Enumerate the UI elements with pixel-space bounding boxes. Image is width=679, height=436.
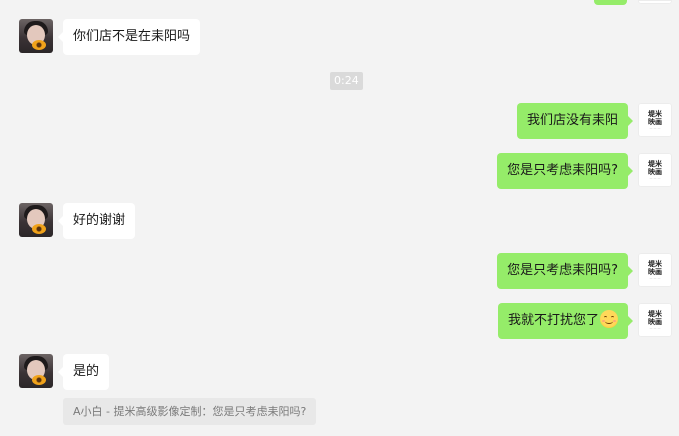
smiling-face-icon (600, 310, 618, 328)
message-bubble-incoming[interactable]: 是的 (57, 354, 110, 390)
avatar-logo-subline: — — — (649, 176, 661, 180)
avatar-logo-line2: 映画 (648, 117, 662, 126)
avatar-logo-line2: 映画 (648, 167, 662, 176)
message-text: 我们店没有耒阳 (526, 113, 618, 128)
message-text: 您是只考虑耒阳吗? (507, 263, 618, 278)
message-bubble-outgoing[interactable]: 您是只考虑耒阳吗? (497, 253, 633, 289)
self-avatar[interactable]: 堤米 映画 — — — (638, 153, 672, 187)
avatar-logo-subline: — — — (649, 126, 661, 130)
contact-avatar[interactable] (19, 19, 53, 53)
previous-self-avatar[interactable] (638, 0, 672, 4)
message-text: 我就不打扰您了 (507, 313, 599, 328)
quoted-message[interactable]: A小白 - 提米高级影像定制：您是只考虑耒阳吗? (63, 398, 317, 425)
message-text: 您是只考虑耒阳吗? (507, 163, 618, 178)
contact-avatar[interactable] (19, 203, 53, 237)
message-text: 是的 (73, 364, 100, 379)
avatar-logo-line2: 映画 (648, 317, 662, 326)
message-bubble-incoming[interactable]: 好的谢谢 (57, 203, 136, 239)
self-avatar[interactable]: 堤米 映画 — — — (638, 253, 672, 287)
contact-avatar[interactable] (19, 354, 53, 388)
timestamp-label: 0:24 (330, 72, 363, 90)
message-bubble-incoming[interactable]: 你们店不是在耒阳吗 (57, 19, 201, 55)
self-avatar[interactable]: 堤米 映画 — — — (638, 303, 672, 337)
message-text: 好的谢谢 (73, 213, 126, 228)
avatar-logo-line2: 映画 (648, 267, 662, 276)
previous-message-bubble[interactable] (594, 0, 627, 5)
self-avatar[interactable]: 堤米 映画 — — — (638, 103, 672, 137)
message-text: 你们店不是在耒阳吗 (73, 29, 191, 44)
message-bubble-outgoing[interactable]: 我就不打扰您了 (497, 303, 634, 339)
message-bubble-outgoing[interactable]: 我们店没有耒阳 (516, 103, 634, 139)
message-bubble-outgoing[interactable]: 您是只考虑耒阳吗? (497, 153, 633, 189)
avatar-logo-subline: — — — (649, 276, 661, 280)
avatar-logo-subline: — — — (649, 326, 661, 330)
chat-window: 你们店不是在耒阳吗 0:24 我们店没有耒阳 堤米 映画 — — — 您是只考虑… (0, 0, 679, 436)
